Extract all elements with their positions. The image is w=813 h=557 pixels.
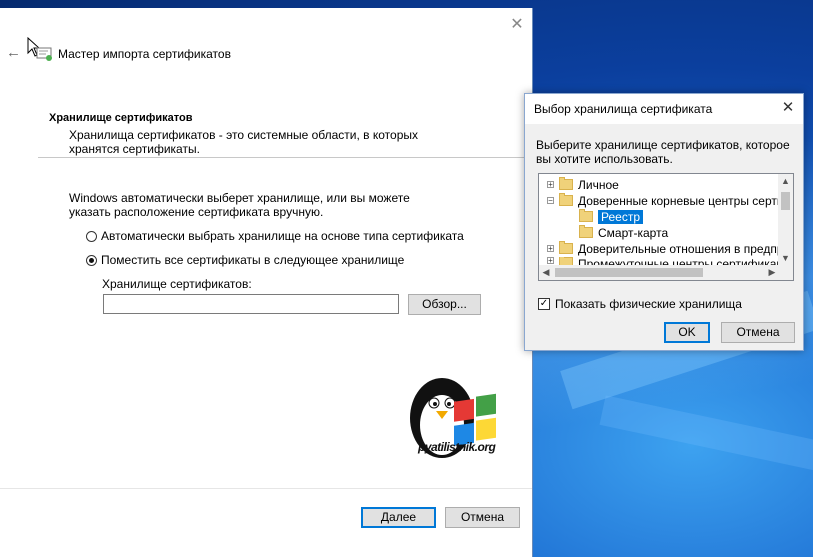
tree-item-registry[interactable]: Реестр xyxy=(579,209,643,224)
section-heading: Хранилище сертификатов xyxy=(49,112,193,124)
radio-manual-label[interactable]: Поместить все сертификаты в следующее хр… xyxy=(101,253,404,267)
dialog-titlebar[interactable]: Выбор хранилища сертификата ✕ xyxy=(525,94,803,124)
tree-item-intermediate[interactable]: + Промежуточные центры сертификаци xyxy=(547,257,790,265)
dialog-description: Выберите хранилище сертификатов, которое… xyxy=(536,138,790,166)
header-divider xyxy=(38,157,532,158)
wizard-title: Мастер импорта сертификатов xyxy=(58,47,231,61)
folder-icon xyxy=(559,241,573,254)
folder-icon xyxy=(579,209,593,222)
store-field-label: Хранилище сертификатов: xyxy=(102,277,252,291)
store-selection-dialog: Выбор хранилища сертификата ✕ Выберите х… xyxy=(524,93,804,351)
checkbox-label[interactable]: Показать физические хранилища xyxy=(555,297,742,311)
ok-button[interactable]: OK xyxy=(664,322,710,343)
close-icon[interactable]: ✕ xyxy=(778,98,798,118)
tree-item-label[interactable]: Смарт-карта xyxy=(598,226,668,240)
browse-button[interactable]: Обзор... xyxy=(408,294,481,315)
penguin-logo xyxy=(410,378,496,458)
expand-icon[interactable]: + xyxy=(547,181,554,189)
scroll-left-icon[interactable]: ◀ xyxy=(539,265,553,280)
radio-manual-store[interactable]: Поместить все сертификаты в следующее хр… xyxy=(86,253,404,267)
tree-item-smartcard[interactable]: Смарт-карта xyxy=(579,225,668,240)
folder-icon xyxy=(579,225,593,238)
scrollbar-thumb[interactable] xyxy=(555,268,703,277)
vertical-scrollbar[interactable]: ▲ ▼ xyxy=(778,174,793,265)
scroll-down-icon[interactable]: ▼ xyxy=(778,251,793,265)
certificate-icon xyxy=(36,47,52,61)
scroll-up-icon[interactable]: ▲ xyxy=(778,174,793,188)
next-button[interactable]: Далее xyxy=(361,507,436,528)
radio-auto-select[interactable]: Автоматически выбрать хранилище на основ… xyxy=(86,229,464,243)
store-input[interactable] xyxy=(103,294,399,314)
radio-auto-label[interactable]: Автоматически выбрать хранилище на основ… xyxy=(101,229,464,243)
tree-item-enterprise-trust[interactable]: + Доверительные отношения в предпри xyxy=(547,241,790,256)
tree-item-personal[interactable]: + Личное xyxy=(547,177,619,192)
tree-item-label[interactable]: Доверенные корневые центры сертиф xyxy=(578,194,793,208)
instruction-text: Windows автоматически выберет хранилище,… xyxy=(69,191,410,219)
dialog-title: Выбор хранилища сертификата xyxy=(534,102,713,116)
folder-icon xyxy=(559,257,573,265)
show-physical-stores-checkbox[interactable]: ✓ Показать физические хранилища xyxy=(538,297,742,311)
folder-icon xyxy=(559,193,573,206)
dialog-cancel-button[interactable]: Отмена xyxy=(721,322,795,343)
tree-item-trusted-root[interactable]: − Доверенные корневые центры сертиф xyxy=(547,193,793,208)
expand-icon[interactable]: + xyxy=(547,257,554,265)
folder-icon xyxy=(559,177,573,190)
certificate-import-wizard: ✕ ← Мастер импорта сертификатов Хранилищ… xyxy=(0,8,533,557)
desktop-light-beam xyxy=(599,395,813,475)
close-icon[interactable]: ✕ xyxy=(506,14,528,36)
tree-item-label[interactable]: Доверительные отношения в предпри xyxy=(578,242,790,256)
collapse-icon[interactable]: − xyxy=(547,197,554,205)
tree-item-label[interactable]: Промежуточные центры сертификаци xyxy=(578,257,790,265)
section-description: Хранилища сертификатов - это системные о… xyxy=(69,128,418,156)
scrollbar-thumb[interactable] xyxy=(781,192,790,210)
logo-caption: pyatilistnik.org xyxy=(418,440,496,454)
horizontal-scrollbar[interactable]: ◀ ▶ xyxy=(539,265,793,280)
footer-divider xyxy=(0,488,532,489)
expand-icon[interactable]: + xyxy=(547,245,554,253)
checkbox-checked-icon[interactable]: ✓ xyxy=(538,298,550,310)
tree-item-label[interactable]: Личное xyxy=(578,178,619,192)
tree-item-label-selected[interactable]: Реестр xyxy=(598,209,643,224)
cancel-button[interactable]: Отмена xyxy=(445,507,520,528)
scroll-right-icon[interactable]: ▶ xyxy=(765,265,779,280)
back-arrow-icon[interactable]: ← xyxy=(6,44,21,61)
store-tree[interactable]: + Личное − Доверенные корневые центры се… xyxy=(538,173,794,281)
radio-button[interactable] xyxy=(86,230,97,242)
radio-button-selected[interactable] xyxy=(86,254,97,266)
